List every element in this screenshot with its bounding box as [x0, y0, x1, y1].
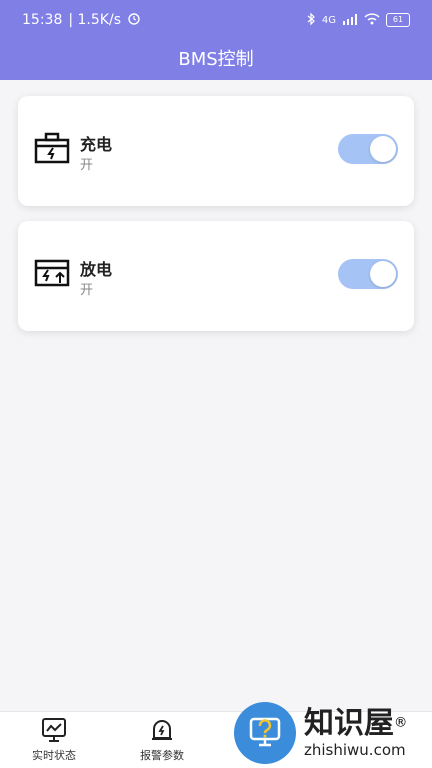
watermark-en: zhishiwu.com — [304, 740, 406, 759]
discharge-box-icon — [34, 257, 70, 289]
discharge-state: 开 — [80, 283, 94, 298]
page-title: BMS控制 — [178, 49, 254, 70]
bluetooth-icon — [306, 12, 316, 29]
toggle-knob — [370, 136, 396, 162]
discharge-toggle[interactable] — [338, 259, 398, 289]
charge-title: 充电 — [80, 135, 113, 154]
watermark-logo-icon — [234, 702, 296, 764]
nav-label: 报警参数 — [140, 749, 184, 762]
charge-box-icon — [34, 132, 70, 164]
signal-type-label: 4G — [321, 14, 336, 26]
nav-label: 实时状态 — [32, 749, 76, 762]
signal-icon — [342, 13, 358, 28]
status-speed: | 1.5K/s — [68, 12, 121, 28]
watermark: 知识屋® zhishiwu.com — [234, 702, 407, 764]
toggle-knob — [370, 261, 396, 287]
nav-item-realtime[interactable]: 实时状态 — [0, 712, 108, 768]
status-time: 15:38 — [22, 12, 63, 28]
alarm-clock-icon — [127, 11, 141, 29]
charge-toggle[interactable] — [338, 134, 398, 164]
status-bar: 15:38 | 1.5K/s 4G 61 — [22, 10, 410, 30]
charge-card: 充电 开 — [18, 96, 414, 206]
battery-icon: 61 — [386, 13, 410, 27]
watermark-text: 知识屋® zhishiwu.com — [304, 705, 408, 759]
watermark-cn: 知识屋 — [304, 705, 394, 741]
app-header: 15:38 | 1.5K/s 4G 61 BMS控制 — [0, 0, 432, 80]
nav-item-alarm[interactable]: 报警参数 — [108, 712, 216, 768]
registered-mark: ® — [394, 715, 408, 731]
discharge-title: 放电 — [80, 260, 113, 279]
monitor-chart-icon — [42, 718, 66, 742]
wifi-icon — [364, 12, 380, 28]
discharge-card: 放电 开 — [18, 221, 414, 331]
alarm-bell-icon — [152, 720, 172, 740]
charge-state: 开 — [80, 158, 94, 173]
